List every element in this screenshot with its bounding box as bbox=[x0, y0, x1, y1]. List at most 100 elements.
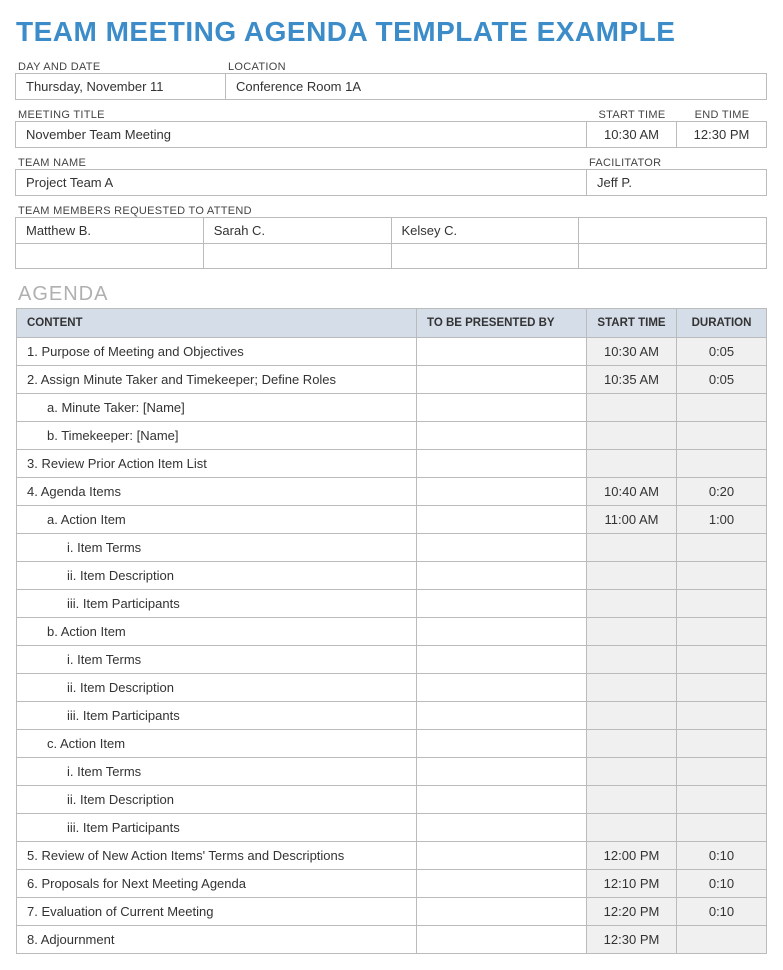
agenda-row: b. Timekeeper: [Name] bbox=[17, 422, 767, 450]
agenda-presenter bbox=[417, 366, 587, 394]
agenda-row: i. Item Terms bbox=[17, 758, 767, 786]
agenda-start-time bbox=[587, 814, 677, 842]
value-facilitator: Jeff P. bbox=[586, 169, 767, 196]
agenda-start-time: 10:40 AM bbox=[587, 478, 677, 506]
agenda-duration: 0:20 bbox=[677, 478, 767, 506]
agenda-presenter bbox=[417, 422, 587, 450]
agenda-row: 4. Agenda Items 10:40 AM0:20 bbox=[17, 478, 767, 506]
member-cell bbox=[578, 243, 767, 269]
agenda-duration bbox=[677, 674, 767, 702]
agenda-col-content: CONTENT bbox=[17, 309, 417, 338]
agenda-duration: 0:10 bbox=[677, 842, 767, 870]
member-cell bbox=[203, 243, 392, 269]
agenda-col-start: START TIME bbox=[587, 309, 677, 338]
label-facilitator: FACILITATOR bbox=[587, 154, 767, 170]
agenda-content: i. Item Terms bbox=[17, 646, 417, 674]
agenda-content: i. Item Terms bbox=[17, 758, 417, 786]
agenda-row: 7. Evaluation of Current Meeting12:20 PM… bbox=[17, 898, 767, 926]
agenda-row: 8. Adjournment12:30 PM bbox=[17, 926, 767, 954]
agenda-presenter bbox=[417, 842, 587, 870]
agenda-col-duration: DURATION bbox=[677, 309, 767, 338]
agenda-start-time: 12:20 PM bbox=[587, 898, 677, 926]
agenda-start-time bbox=[587, 618, 677, 646]
label-team-name: TEAM NAME bbox=[16, 154, 587, 170]
agenda-row: 6. Proposals for Next Meeting Agenda12:1… bbox=[17, 870, 767, 898]
member-cell: Sarah C. bbox=[203, 217, 392, 244]
agenda-duration bbox=[677, 534, 767, 562]
document-title: TEAM MEETING AGENDA TEMPLATE EXAMPLE bbox=[16, 16, 767, 48]
agenda-duration bbox=[677, 814, 767, 842]
agenda-content: 3. Review Prior Action Item List bbox=[17, 450, 417, 478]
member-cell bbox=[578, 217, 767, 244]
agenda-duration: 1:00 bbox=[677, 506, 767, 534]
agenda-row: a. Minute Taker: [Name] bbox=[17, 394, 767, 422]
agenda-content: ii. Item Description bbox=[17, 786, 417, 814]
agenda-duration bbox=[677, 618, 767, 646]
agenda-start-time: 10:35 AM bbox=[587, 366, 677, 394]
member-cell: Matthew B. bbox=[15, 217, 204, 244]
agenda-start-time bbox=[587, 422, 677, 450]
agenda-content: i. Item Terms bbox=[17, 534, 417, 562]
agenda-presenter bbox=[417, 478, 587, 506]
agenda-duration: 0:05 bbox=[677, 366, 767, 394]
agenda-duration: 0:10 bbox=[677, 898, 767, 926]
agenda-presenter bbox=[417, 338, 587, 366]
agenda-presenter bbox=[417, 562, 587, 590]
label-meeting-title: MEETING TITLE bbox=[16, 106, 587, 122]
agenda-start-time: 11:00 AM bbox=[587, 506, 677, 534]
agenda-content: iii. Item Participants bbox=[17, 590, 417, 618]
agenda-duration bbox=[677, 450, 767, 478]
agenda-row: 5. Review of New Action Items' Terms and… bbox=[17, 842, 767, 870]
agenda-start-time bbox=[587, 450, 677, 478]
agenda-content: 1. Purpose of Meeting and Objectives bbox=[17, 338, 417, 366]
agenda-start-time bbox=[587, 730, 677, 758]
agenda-content: 4. Agenda Items bbox=[17, 478, 417, 506]
agenda-presenter bbox=[417, 814, 587, 842]
agenda-content: a. Minute Taker: [Name] bbox=[17, 394, 417, 422]
section-meeting-title: MEETING TITLE START TIME END TIME Novemb… bbox=[16, 106, 767, 148]
agenda-duration bbox=[677, 422, 767, 450]
agenda-content: b. Action Item bbox=[17, 618, 417, 646]
agenda-duration: 0:10 bbox=[677, 870, 767, 898]
agenda-start-time: 12:30 PM bbox=[587, 926, 677, 954]
agenda-duration bbox=[677, 590, 767, 618]
agenda-content: ii. Item Description bbox=[17, 562, 417, 590]
agenda-start-time bbox=[587, 674, 677, 702]
agenda-start-time bbox=[587, 394, 677, 422]
agenda-start-time: 10:30 AM bbox=[587, 338, 677, 366]
agenda-start-time bbox=[587, 590, 677, 618]
agenda-row: i. Item Terms bbox=[17, 646, 767, 674]
agenda-row: i. Item Terms bbox=[17, 534, 767, 562]
agenda-start-time bbox=[587, 702, 677, 730]
agenda-presenter bbox=[417, 534, 587, 562]
agenda-duration bbox=[677, 562, 767, 590]
agenda-presenter bbox=[417, 898, 587, 926]
agenda-duration bbox=[677, 786, 767, 814]
member-cell bbox=[15, 243, 204, 269]
agenda-duration bbox=[677, 926, 767, 954]
value-location: Conference Room 1A bbox=[225, 73, 767, 100]
value-meeting-title: November Team Meeting bbox=[15, 121, 587, 148]
value-start-time: 10:30 AM bbox=[586, 121, 677, 148]
section-date-location: DAY AND DATE LOCATION Thursday, November… bbox=[16, 58, 767, 100]
agenda-content: ii. Item Description bbox=[17, 674, 417, 702]
agenda-row: ii. Item Description bbox=[17, 674, 767, 702]
agenda-content: 5. Review of New Action Items' Terms and… bbox=[17, 842, 417, 870]
agenda-presenter bbox=[417, 450, 587, 478]
agenda-col-presenter: TO BE PRESENTED BY bbox=[417, 309, 587, 338]
agenda-presenter bbox=[417, 870, 587, 898]
agenda-row: ii. Item Description bbox=[17, 562, 767, 590]
agenda-table: CONTENT TO BE PRESENTED BY START TIME DU… bbox=[16, 308, 767, 954]
value-end-time: 12:30 PM bbox=[676, 121, 767, 148]
agenda-content: c. Action Item bbox=[17, 730, 417, 758]
agenda-duration bbox=[677, 730, 767, 758]
label-members: TEAM MEMBERS REQUESTED TO ATTEND bbox=[16, 202, 767, 218]
agenda-start-time bbox=[587, 786, 677, 814]
agenda-content: b. Timekeeper: [Name] bbox=[17, 422, 417, 450]
agenda-presenter bbox=[417, 646, 587, 674]
value-team-name: Project Team A bbox=[15, 169, 587, 196]
value-day-date: Thursday, November 11 bbox=[15, 73, 226, 100]
member-cell bbox=[391, 243, 580, 269]
agenda-content: 6. Proposals for Next Meeting Agenda bbox=[17, 870, 417, 898]
agenda-start-time bbox=[587, 646, 677, 674]
